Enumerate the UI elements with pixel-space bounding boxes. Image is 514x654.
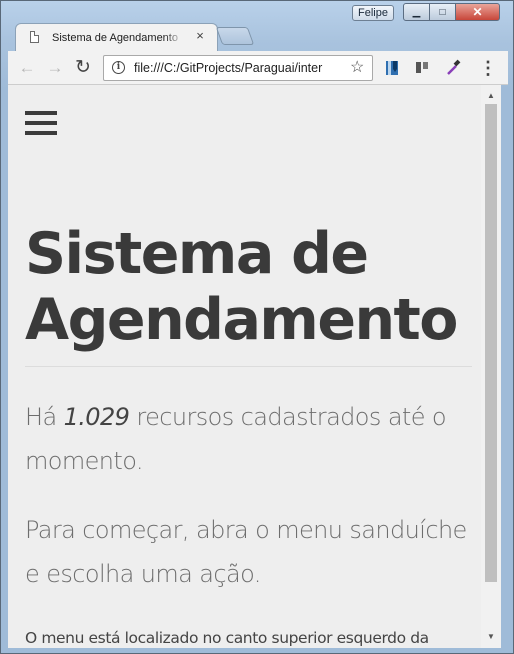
forward-icon[interactable]: →	[45, 58, 65, 78]
tab-active[interactable]: Sistema de Agendamento ×	[15, 23, 218, 51]
minimize-button[interactable]: ▁	[403, 3, 430, 21]
browser-window: Felipe ▁ □ ✕ Sistema de Agendamento × ← …	[0, 0, 514, 654]
scroll-thumb[interactable]	[485, 104, 497, 582]
page-title: Sistema de Agendamento	[25, 221, 458, 353]
reload-icon[interactable]: ↻	[73, 58, 93, 78]
window-controls: ▁ □ ✕	[403, 3, 500, 21]
divider	[25, 366, 472, 367]
extension-bookmark-icon[interactable]	[383, 59, 401, 77]
page-content: Sistema de Agendamento Há 1.029 recursos…	[8, 85, 481, 648]
tab-close-icon[interactable]: ×	[193, 29, 207, 43]
extension-reader-icon[interactable]	[413, 59, 431, 77]
maximize-button[interactable]: □	[429, 3, 456, 21]
eyedropper-icon[interactable]	[445, 59, 463, 77]
address-bar[interactable]: i file:///C:/GitProjects/Paraguai/inter …	[103, 55, 373, 81]
url-text[interactable]: file:///C:/GitProjects/Paraguai/inter	[134, 60, 344, 76]
scroll-down-icon[interactable]: ▼	[481, 630, 501, 644]
resources-summary: Há 1.029 recursos cadastrados até o mome…	[25, 395, 475, 483]
browser-toolbar: ← → ↻ i file:///C:/GitProjects/Paraguai/…	[8, 51, 508, 85]
close-icon: ✕	[472, 5, 483, 19]
menu-kebab-icon[interactable]: ⋮	[478, 58, 498, 78]
tab-strip: Sistema de Agendamento ×	[1, 21, 513, 51]
tab-title: Sistema de Agendamento	[52, 32, 178, 44]
info-icon[interactable]: i	[112, 61, 125, 74]
bookmark-star-icon[interactable]: ☆	[350, 58, 364, 78]
document-icon	[30, 31, 39, 43]
resources-count: 1.029	[63, 403, 130, 431]
vertical-scrollbar[interactable]: ▲ ▼	[481, 85, 501, 648]
title-bar: Felipe ▁ □ ✕	[1, 1, 513, 21]
hamburger-menu-icon[interactable]	[25, 111, 57, 135]
minimize-icon: ▁	[412, 6, 421, 18]
maximize-icon: □	[439, 6, 446, 18]
scroll-up-icon[interactable]: ▲	[481, 89, 501, 103]
back-icon[interactable]: ←	[17, 58, 37, 78]
profile-button[interactable]: Felipe	[352, 5, 394, 21]
menu-hint-text: O menu está localizado no canto superior…	[25, 629, 429, 647]
resources-prefix: Há	[25, 403, 64, 431]
instruction-text: Para começar, abra o menu sanduíche e es…	[25, 516, 467, 588]
close-window-button[interactable]: ✕	[455, 3, 500, 21]
new-tab-button[interactable]	[215, 27, 255, 45]
